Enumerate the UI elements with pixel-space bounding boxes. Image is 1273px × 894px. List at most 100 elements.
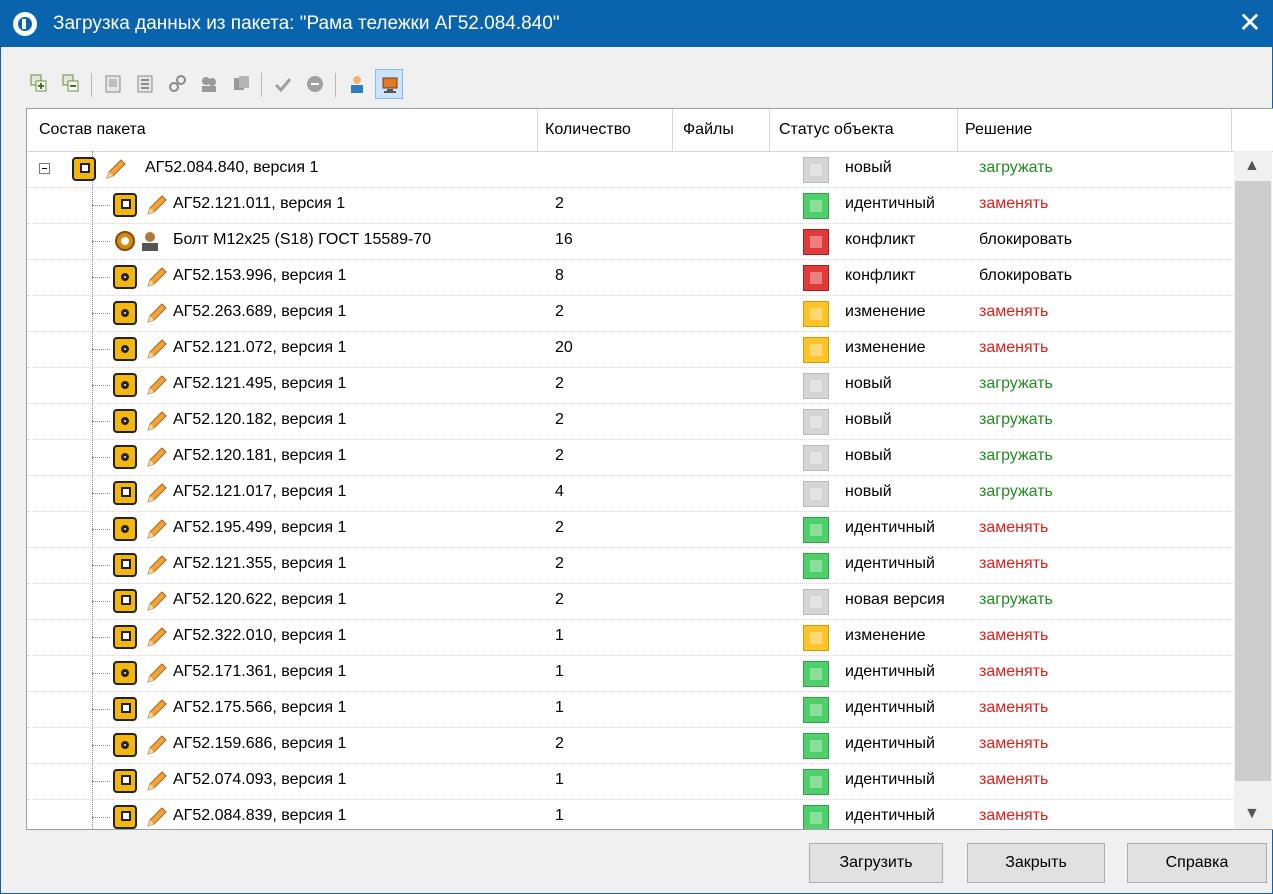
assembly-icon xyxy=(113,481,137,505)
link-icon[interactable] xyxy=(163,69,191,99)
assembly-icon xyxy=(72,157,96,181)
row-decision[interactable]: загружать xyxy=(979,483,1053,501)
list-view-icon[interactable] xyxy=(131,69,159,99)
pencil-icon xyxy=(147,591,167,611)
row-decision[interactable]: заменять xyxy=(979,519,1048,537)
row-object-name: Болт М12х25 (S18) ГОСТ 15589-70 xyxy=(173,231,432,248)
row-object-name: АГ52.263.689, версия 1 xyxy=(173,303,347,320)
row-quantity: 1 xyxy=(555,771,564,788)
row-decision[interactable]: блокировать xyxy=(979,267,1072,285)
assembly-icon xyxy=(113,805,137,829)
toolbar-separator xyxy=(261,73,262,97)
row-quantity: 2 xyxy=(555,195,564,212)
scroll-down-icon[interactable]: ▼ xyxy=(1244,805,1260,823)
status-indicator-icon xyxy=(803,481,829,507)
monitor-icon[interactable] xyxy=(375,69,403,99)
table-row[interactable]: АГ52.084.840, версия 1 новый загружать xyxy=(27,151,1233,188)
row-quantity: 8 xyxy=(555,267,564,284)
table-row[interactable]: АГ52.120.181, версия 1 2 новый загружать xyxy=(27,439,1233,476)
row-decision[interactable]: заменять xyxy=(979,699,1048,717)
vertical-scrollbar[interactable]: ▲ ▼ xyxy=(1234,151,1272,829)
pencil-icon xyxy=(147,555,167,575)
row-status: конфликт xyxy=(845,231,916,248)
objects-icon[interactable] xyxy=(227,69,255,99)
table-row[interactable]: АГ52.121.011, версия 1 2 идентичный заменят… xyxy=(27,187,1233,224)
row-decision[interactable]: заменять xyxy=(979,807,1048,825)
row-object-name: АГ52.120.182, версия 1 xyxy=(173,411,347,428)
row-decision[interactable]: заменять xyxy=(979,771,1048,789)
row-decision[interactable]: заменять xyxy=(979,555,1048,573)
doc-view-icon[interactable] xyxy=(99,69,127,99)
table-row[interactable]: Болт М12х25 (S18) ГОСТ 15589-70 16 конфлик… xyxy=(27,223,1233,260)
table-row[interactable]: АГ52.121.355, версия 1 2 идентичный заменят… xyxy=(27,547,1233,584)
column-header-files[interactable]: Файлы xyxy=(683,121,734,139)
package-content-grid[interactable]: Состав пакета Количество Файлы Статус об… xyxy=(26,108,1273,830)
row-decision[interactable]: заменять xyxy=(979,627,1048,645)
grid-header: Состав пакета Количество Файлы Статус об… xyxy=(27,109,1273,152)
help-button[interactable]: Справка xyxy=(1127,843,1267,883)
table-row[interactable]: АГ52.175.566, версия 1 1 идентичный заменят… xyxy=(27,691,1233,728)
tree-collapse-icon[interactable] xyxy=(39,163,50,174)
row-decision[interactable]: заменять xyxy=(979,735,1048,753)
row-decision[interactable]: заменять xyxy=(979,195,1048,213)
row-quantity: 4 xyxy=(555,483,564,500)
row-decision[interactable]: загружать xyxy=(979,159,1053,177)
row-decision[interactable]: заменять xyxy=(979,303,1048,321)
row-decision[interactable]: загружать xyxy=(979,447,1053,465)
accept-icon[interactable] xyxy=(269,69,297,99)
row-object-name: АГ52.175.566, версия 1 xyxy=(173,699,347,716)
pencil-icon xyxy=(147,627,167,647)
table-row[interactable]: АГ52.171.361, версия 1 1 идентичный заменят… xyxy=(27,655,1233,692)
table-row[interactable]: АГ52.153.996, версия 1 8 конфликт блокирова… xyxy=(27,259,1233,296)
part-icon xyxy=(113,265,137,289)
table-row[interactable]: АГ52.120.622, версия 1 2 новая версия загру… xyxy=(27,583,1233,620)
column-header-quantity[interactable]: Количество xyxy=(545,121,631,139)
pencil-icon xyxy=(106,159,126,179)
table-row[interactable]: АГ52.074.093, версия 1 1 идентичный заменят… xyxy=(27,763,1233,800)
scrollbar-thumb[interactable] xyxy=(1235,181,1271,781)
collapse-all-icon[interactable] xyxy=(57,69,85,99)
status-indicator-icon xyxy=(803,661,829,687)
load-button[interactable]: Загрузить xyxy=(809,843,943,883)
row-object-name: АГ52.121.495, версия 1 xyxy=(173,375,347,392)
table-row[interactable]: АГ52.121.072, версия 1 20 изменение заменят… xyxy=(27,331,1233,368)
assembly-icon xyxy=(113,625,137,649)
column-header-decision[interactable]: Решение xyxy=(965,121,1032,139)
reject-icon[interactable] xyxy=(301,69,329,99)
row-quantity: 2 xyxy=(555,447,564,464)
part-icon xyxy=(113,409,137,433)
user-icon[interactable] xyxy=(343,69,371,99)
row-quantity: 2 xyxy=(555,411,564,428)
scroll-up-icon[interactable]: ▲ xyxy=(1244,157,1260,175)
table-row[interactable]: АГ52.263.689, версия 1 2 изменение заменять xyxy=(27,295,1233,332)
table-row[interactable]: АГ52.084.839, версия 1 1 идентичный заменят… xyxy=(27,799,1233,829)
row-quantity: 1 xyxy=(555,807,564,824)
table-row[interactable]: АГ52.121.495, версия 1 2 новый загружать xyxy=(27,367,1233,404)
expand-all-icon[interactable] xyxy=(25,69,53,99)
row-decision[interactable]: загружать xyxy=(979,375,1053,393)
close-button[interactable]: Закрыть xyxy=(967,843,1105,883)
table-row[interactable]: АГ52.195.499, версия 1 2 идентичный заменят… xyxy=(27,511,1233,548)
pencil-icon xyxy=(147,735,167,755)
row-decision[interactable]: загружать xyxy=(979,411,1053,429)
table-row[interactable]: АГ52.120.182, версия 1 2 новый загружать xyxy=(27,403,1233,440)
tree-branch-line xyxy=(92,565,110,566)
tree-branch-line xyxy=(92,529,110,530)
row-decision[interactable]: загружать xyxy=(979,591,1053,609)
table-row[interactable]: АГ52.322.010, версия 1 1 изменение заменять xyxy=(27,619,1233,656)
row-decision[interactable]: заменять xyxy=(979,663,1048,681)
close-icon[interactable]: ✕ xyxy=(1234,7,1266,39)
column-header-content[interactable]: Состав пакета xyxy=(39,121,146,139)
column-header-status[interactable]: Статус объекта xyxy=(779,121,894,139)
users-icon[interactable] xyxy=(195,69,223,99)
toolbar xyxy=(25,69,585,105)
row-object-name: АГ52.084.839, версия 1 xyxy=(173,807,347,824)
row-status: новый xyxy=(845,483,892,500)
status-indicator-icon xyxy=(803,769,829,795)
table-row[interactable]: АГ52.121.017, версия 1 4 новый загружать xyxy=(27,475,1233,512)
row-status: изменение xyxy=(845,303,926,320)
row-decision[interactable]: заменять xyxy=(979,339,1048,357)
tree-branch-line xyxy=(92,673,110,674)
table-row[interactable]: АГ52.159.686, версия 1 2 идентичный заменят… xyxy=(27,727,1233,764)
row-decision[interactable]: блокировать xyxy=(979,231,1072,249)
